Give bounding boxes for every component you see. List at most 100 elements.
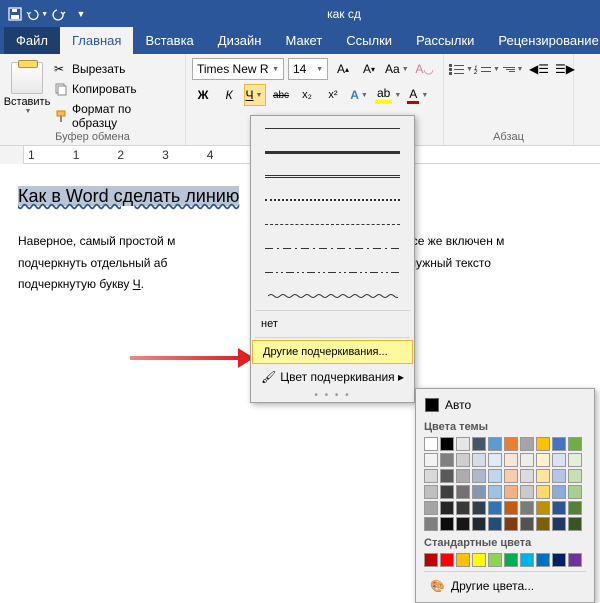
color-swatch[interactable] [440,517,454,531]
numbering-button[interactable]: 12▼ [476,58,498,80]
color-swatch[interactable] [472,485,486,499]
redo-icon[interactable] [48,3,70,25]
color-swatch[interactable] [440,453,454,467]
color-swatch[interactable] [568,485,582,499]
color-swatch[interactable] [472,501,486,515]
superscript-button[interactable]: x² [322,84,344,106]
color-swatch[interactable] [520,437,534,451]
color-swatch[interactable] [520,501,534,515]
color-swatch[interactable] [472,553,486,567]
underline-style-single[interactable] [251,116,414,140]
auto-color-button[interactable]: Авто [420,393,590,417]
color-swatch[interactable] [536,469,550,483]
color-swatch[interactable] [472,437,486,451]
color-swatch[interactable] [536,553,550,567]
color-swatch[interactable] [456,517,470,531]
color-swatch[interactable] [568,501,582,515]
color-swatch[interactable] [456,485,470,499]
highlight-button[interactable]: ab▼ [374,84,402,106]
underline-style-dotted[interactable] [251,188,414,212]
paste-button[interactable]: Вставить ▼ [6,58,48,132]
underline-style-dashed[interactable] [251,212,414,236]
color-swatch[interactable] [520,517,534,531]
grow-font-button[interactable]: A▴ [332,58,354,80]
bold-button[interactable]: Ж [192,84,214,106]
format-painter-button[interactable]: Формат по образцу [52,100,179,132]
color-swatch[interactable] [504,517,518,531]
color-swatch[interactable] [456,553,470,567]
color-swatch[interactable] [488,553,502,567]
color-swatch[interactable] [552,469,566,483]
color-swatch[interactable] [536,517,550,531]
color-swatch[interactable] [552,501,566,515]
color-swatch[interactable] [424,517,438,531]
tab-home[interactable]: Главная [60,27,133,54]
color-swatch[interactable] [520,469,534,483]
color-swatch[interactable] [504,501,518,515]
color-swatch[interactable] [568,453,582,467]
more-colors-button[interactable]: 🎨Другие цвета... [420,574,590,598]
color-swatch[interactable] [520,485,534,499]
color-swatch[interactable] [504,553,518,567]
color-swatch[interactable] [504,485,518,499]
font-color-button[interactable]: A▼ [406,84,429,106]
copy-button[interactable]: Копировать [52,80,179,98]
shrink-font-button[interactable]: A▾ [358,58,380,80]
font-size-selector[interactable]: 14▼ [288,58,328,80]
color-swatch[interactable] [568,553,582,567]
color-swatch[interactable] [504,469,518,483]
color-swatch[interactable] [488,453,502,467]
color-swatch[interactable] [440,485,454,499]
clear-formatting-button[interactable]: A◡ [414,58,436,80]
underline-style-double[interactable] [251,164,414,188]
bullets-button[interactable]: ▼ [450,58,472,80]
color-swatch[interactable] [456,469,470,483]
color-swatch[interactable] [488,501,502,515]
color-swatch[interactable] [488,517,502,531]
tab-layout[interactable]: Макет [273,27,334,54]
color-swatch[interactable] [552,485,566,499]
underline-style-dot-dash[interactable] [251,236,414,260]
underline-none[interactable]: нет [251,313,414,335]
decrease-indent-button[interactable]: ◀☰ [528,58,550,80]
color-swatch[interactable] [472,469,486,483]
color-swatch[interactable] [440,437,454,451]
text-effects-button[interactable]: A▼ [348,84,370,106]
color-swatch[interactable] [552,553,566,567]
color-swatch[interactable] [424,469,438,483]
underline-style-wave[interactable] [251,284,414,308]
color-swatch[interactable] [424,485,438,499]
color-swatch[interactable] [552,517,566,531]
color-swatch[interactable] [488,485,502,499]
cut-button[interactable]: ✂Вырезать [52,60,179,78]
color-swatch[interactable] [424,453,438,467]
tab-review[interactable]: Рецензирование [486,27,600,54]
tab-file[interactable]: Файл [4,27,60,54]
save-icon[interactable] [4,3,26,25]
more-underlines-button[interactable]: Другие подчеркивания... [252,340,413,364]
color-swatch[interactable] [520,453,534,467]
tab-mailings[interactable]: Рассылки [404,27,486,54]
color-swatch[interactable] [440,469,454,483]
tab-design[interactable]: Дизайн [206,27,274,54]
color-swatch[interactable] [440,553,454,567]
color-swatch[interactable] [568,437,582,451]
color-swatch[interactable] [568,469,582,483]
tab-insert[interactable]: Вставка [133,27,205,54]
change-case-button[interactable]: Aa▼ [384,58,410,80]
color-swatch[interactable] [488,437,502,451]
color-swatch[interactable] [424,501,438,515]
underline-button[interactable]: Ч▼ [244,84,266,106]
color-swatch[interactable] [536,485,550,499]
color-swatch[interactable] [472,517,486,531]
increase-indent-button[interactable]: ☰▶ [554,58,576,80]
color-swatch[interactable] [424,437,438,451]
subscript-button[interactable]: x₂ [296,84,318,106]
color-swatch[interactable] [440,501,454,515]
color-swatch[interactable] [536,453,550,467]
color-swatch[interactable] [568,517,582,531]
strikethrough-button[interactable]: abc [270,84,292,106]
color-swatch[interactable] [552,453,566,467]
color-swatch[interactable] [504,453,518,467]
color-swatch[interactable] [536,437,550,451]
